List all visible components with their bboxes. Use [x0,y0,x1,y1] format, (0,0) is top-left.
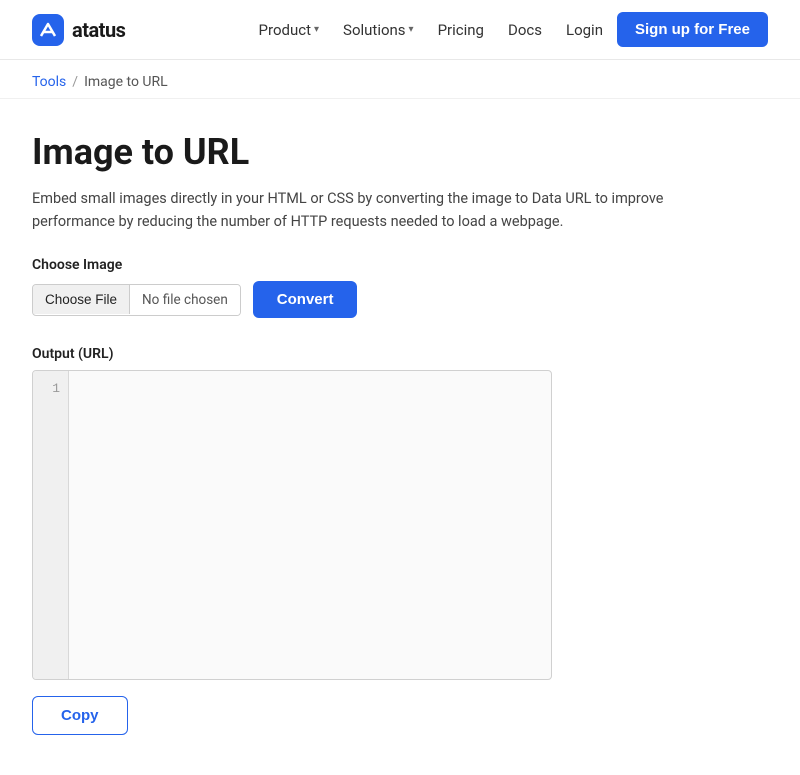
convert-button[interactable]: Convert [253,281,358,318]
header: atatus Product ▾ Solutions ▾ Pricing Doc… [0,0,800,60]
chevron-down-icon: ▾ [314,24,319,35]
line-numbers: 1 [33,371,69,679]
output-area-wrapper: 1 [32,370,552,680]
nav-solutions[interactable]: Solutions ▾ [333,15,424,45]
file-input-row: Choose File No file chosen Convert [32,281,768,318]
logo: atatus [32,14,125,46]
choose-file-button[interactable]: Choose File [33,285,130,314]
nav-product[interactable]: Product ▾ [249,15,329,45]
breadcrumb-bar: Tools / Image to URL [0,60,800,99]
page-title: Image to URL [32,131,768,173]
file-input-wrapper: Choose File No file chosen [32,284,241,316]
output-textarea[interactable] [69,371,551,679]
breadcrumb-tools-link[interactable]: Tools [32,74,66,90]
signup-button[interactable]: Sign up for Free [617,12,768,47]
main-content: Image to URL Embed small images directly… [0,99,800,775]
nav-login[interactable]: Login [556,15,613,45]
file-name-display: No file chosen [130,285,240,315]
breadcrumb-current: Image to URL [84,74,168,90]
copy-button[interactable]: Copy [32,696,128,735]
output-label: Output (URL) [32,346,768,362]
chevron-down-icon: ▾ [409,24,414,35]
breadcrumb-separator: / [72,74,78,90]
choose-image-label: Choose Image [32,257,768,273]
logo-text: atatus [72,18,125,42]
nav-pricing[interactable]: Pricing [428,15,494,45]
logo-icon [32,14,64,46]
page-description: Embed small images directly in your HTML… [32,187,732,233]
breadcrumb: Tools / Image to URL [32,74,768,90]
nav-docs[interactable]: Docs [498,15,552,45]
main-nav: Product ▾ Solutions ▾ Pricing Docs Login… [249,12,768,47]
